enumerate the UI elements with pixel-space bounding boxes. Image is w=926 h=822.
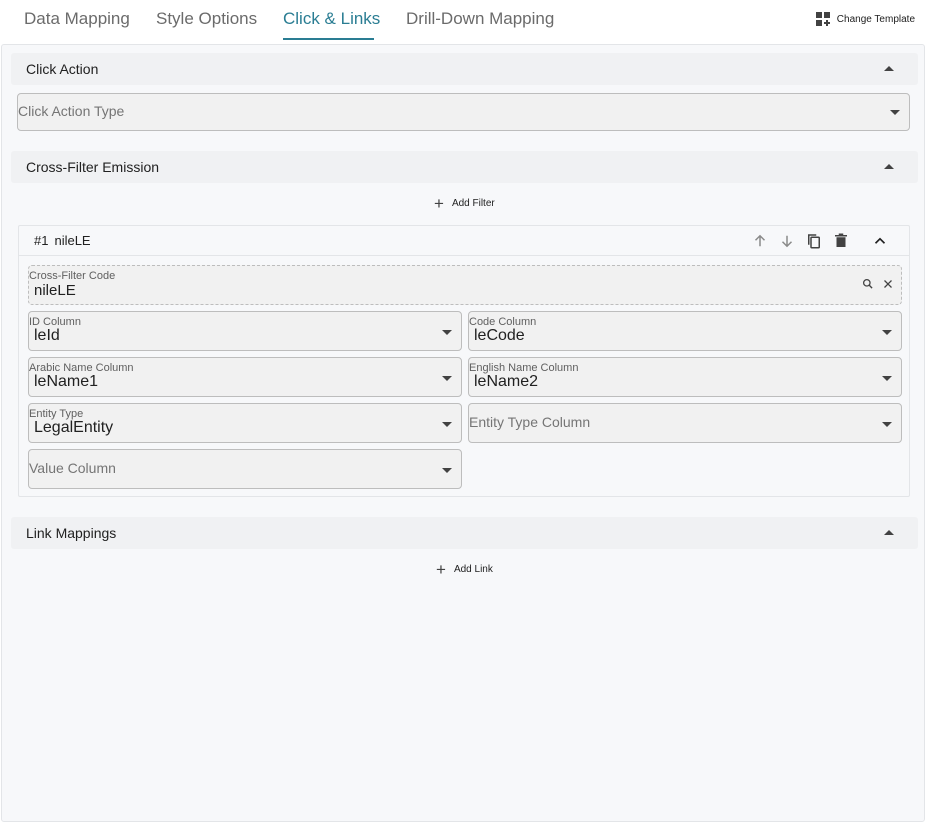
- dropdown-arrow-icon: [890, 110, 900, 115]
- collapse-caret-icon: [884, 530, 894, 535]
- add-filter-label: Add Filter: [451, 198, 495, 209]
- cross-filter-code-value: nileLE: [34, 282, 76, 299]
- filter-card-header: #1 nileLE: [19, 226, 909, 256]
- tab-drill-down-mapping[interactable]: Drill-Down Mapping: [406, 9, 554, 29]
- plus-icon: +: [436, 559, 446, 579]
- dropdown-arrow-icon: [882, 422, 892, 427]
- add-link-button[interactable]: + Add Link: [436, 559, 493, 579]
- move-down-icon[interactable]: [778, 232, 796, 250]
- click-action-title: Click Action: [26, 61, 99, 77]
- search-icon[interactable]: [861, 277, 875, 291]
- plus-icon: +: [434, 193, 444, 213]
- arabic-name-column-value: leName1: [34, 373, 99, 390]
- add-filter-button[interactable]: + Add Filter: [434, 193, 495, 213]
- cross-filter-title: Cross-Filter Emission: [26, 159, 160, 175]
- filter-number: #1: [34, 233, 49, 248]
- click-action-type-placeholder: Click Action Type: [18, 103, 125, 119]
- id-column-select[interactable]: ID Column leId: [28, 311, 462, 351]
- entity-type-column-select[interactable]: Entity Type Column: [468, 403, 902, 443]
- cross-filter-section-header[interactable]: Cross-Filter Emission: [11, 151, 918, 183]
- tab-bar: Data Mapping Style Options Click & Links…: [0, 0, 926, 44]
- add-link-label: Add Link: [453, 564, 493, 575]
- tab-click-links[interactable]: Click & Links: [283, 9, 380, 29]
- clear-icon[interactable]: [881, 277, 895, 291]
- cross-filter-code-field[interactable]: Cross-Filter Code nileLE: [28, 265, 902, 305]
- english-name-column-select[interactable]: English Name Column leName2: [468, 357, 902, 397]
- collapse-caret-icon: [884, 66, 894, 71]
- link-mappings-title: Link Mappings: [26, 525, 117, 541]
- dropdown-arrow-icon: [882, 330, 892, 335]
- dropdown-arrow-icon: [442, 330, 452, 335]
- dropdown-arrow-icon: [442, 468, 452, 473]
- tab-data-mapping[interactable]: Data Mapping: [24, 9, 130, 29]
- value-column-placeholder: Value Column: [29, 460, 116, 476]
- english-name-column-value: leName2: [474, 373, 539, 390]
- collapse-caret-icon: [884, 164, 894, 169]
- dropdown-arrow-icon: [442, 376, 452, 381]
- entity-type-value: LegalEntity: [34, 419, 114, 436]
- change-template-button[interactable]: Change Template: [815, 12, 915, 26]
- dropdown-arrow-icon: [882, 376, 892, 381]
- dashboard-customize-icon: [815, 12, 830, 26]
- delete-icon[interactable]: [832, 232, 850, 250]
- entity-type-column-placeholder: Entity Type Column: [469, 414, 591, 430]
- link-mappings-section-header[interactable]: Link Mappings: [11, 517, 918, 549]
- code-column-select[interactable]: Code Column leCode: [468, 311, 902, 351]
- active-tab-indicator: [283, 38, 374, 40]
- entity-type-select[interactable]: Entity Type LegalEntity: [28, 403, 462, 443]
- filter-card-title: #1 nileLE: [34, 233, 91, 248]
- click-action-type-select[interactable]: Click Action Type: [17, 93, 910, 131]
- click-action-section-header[interactable]: Click Action: [11, 53, 918, 85]
- arabic-name-column-select[interactable]: Arabic Name Column leName1: [28, 357, 462, 397]
- settings-panel: Click Action Click Action Type Cross-Fil…: [1, 44, 925, 822]
- value-column-select[interactable]: Value Column: [28, 449, 462, 489]
- dropdown-arrow-icon: [442, 422, 452, 427]
- cross-filter-code-label: Cross-Filter Code: [29, 270, 116, 282]
- filter-card: #1 nileLE Cross-Filter Code nileLE ID Co…: [18, 225, 910, 497]
- filter-name: nileLE: [54, 233, 91, 248]
- move-up-icon[interactable]: [751, 232, 769, 250]
- collapse-chevron-icon[interactable]: [871, 232, 889, 250]
- copy-icon[interactable]: [805, 232, 823, 250]
- tab-style-options[interactable]: Style Options: [156, 9, 257, 29]
- code-column-value: leCode: [474, 327, 525, 344]
- change-template-label: Change Template: [836, 13, 915, 25]
- id-column-value: leId: [34, 327, 60, 344]
